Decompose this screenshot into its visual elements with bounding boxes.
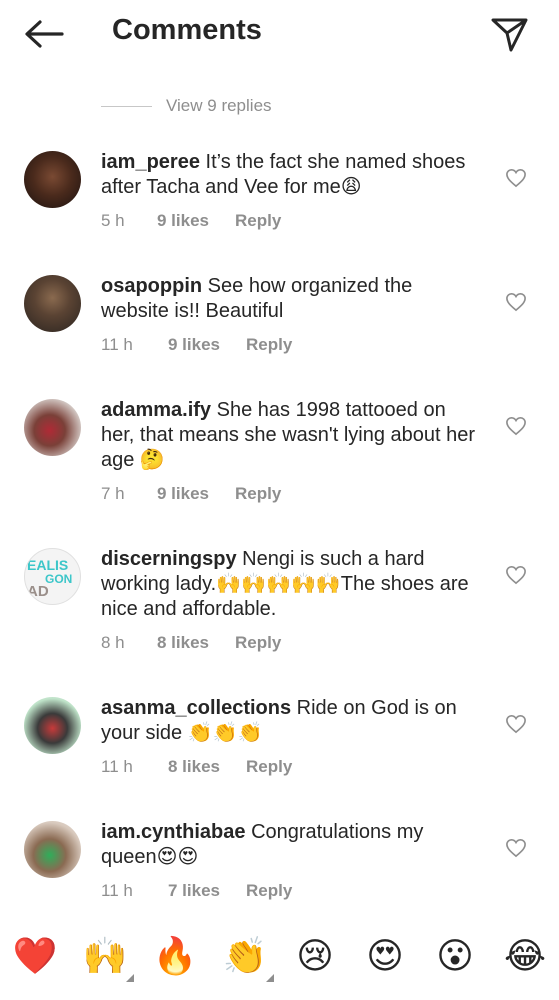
heart-icon[interactable] — [505, 565, 527, 585]
heart-icon[interactable] — [505, 838, 527, 858]
avatar[interactable] — [24, 821, 81, 878]
comment-username[interactable]: adamma.ify — [101, 399, 211, 421]
reply-button[interactable]: Reply — [246, 881, 292, 901]
comment-likes[interactable]: 9 likes — [168, 335, 220, 355]
clapping-hands-emoji-button[interactable]: 👏 — [222, 930, 274, 982]
crying-face-emoji-button[interactable]: 😢 — [292, 930, 338, 982]
variant-indicator-icon — [126, 974, 134, 982]
comment-likes[interactable]: 9 likes — [157, 484, 209, 504]
comment-time: 11 h — [101, 335, 133, 354]
replies-divider — [101, 105, 152, 107]
avatar[interactable] — [24, 697, 81, 754]
comment-text-block: iam.cynthiabae Congratulations my queen😍… — [101, 820, 476, 870]
red-heart-emoji-button[interactable]: ❤️ — [12, 930, 58, 982]
comment-meta: 11 h 9 likes Reply — [101, 335, 292, 355]
reply-button[interactable]: Reply — [235, 633, 281, 653]
comment-likes[interactable]: 8 likes — [168, 757, 220, 777]
reply-button[interactable]: Reply — [235, 484, 281, 504]
comment-text-block: osapoppin See how organized the website … — [101, 274, 476, 324]
comment-username[interactable]: iam.cynthiabae — [101, 821, 246, 843]
comment-username[interactable]: osapoppin — [101, 275, 202, 297]
comment-meta: 7 h 9 likes Reply — [101, 484, 281, 504]
svg-text:EALIS: EALIS — [27, 557, 68, 573]
comment-meta: 5 h 9 likes Reply — [101, 211, 281, 231]
clapping-hands-icon: 👏 — [222, 935, 268, 976]
tears-of-joy-emoji-button[interactable]: 😂 — [502, 930, 548, 982]
comment-username[interactable]: asanma_collections — [101, 697, 291, 719]
comment-time: 11 h — [101, 757, 133, 776]
comment-time: 8 h — [101, 633, 125, 652]
raising-hands-icon: 🙌 — [82, 935, 128, 976]
comment-meta: 11 h 8 likes Reply — [101, 757, 292, 777]
back-button[interactable] — [22, 18, 66, 50]
raising-hands-emoji-button[interactable]: 🙌 — [82, 930, 134, 982]
comment-text-block: asanma_collections Ride on God is on you… — [101, 696, 476, 746]
variant-indicator-icon — [266, 974, 274, 982]
heart-icon[interactable] — [505, 416, 527, 436]
comment-likes[interactable]: 9 likes — [157, 211, 209, 231]
comment-likes[interactable]: 7 likes — [168, 881, 220, 901]
avatar[interactable]: EALIS GON AD — [24, 548, 81, 605]
comment-time: 5 h — [101, 211, 125, 230]
svg-text:GON: GON — [45, 572, 72, 586]
reply-button[interactable]: Reply — [246, 757, 292, 777]
comment-username[interactable]: discerningspy — [101, 548, 237, 570]
comment-username[interactable]: iam_peree — [101, 151, 200, 173]
avatar[interactable] — [24, 151, 81, 208]
reply-button[interactable]: Reply — [246, 335, 292, 355]
comment-meta: 11 h 7 likes Reply — [101, 881, 292, 901]
view-replies-label: View 9 replies — [166, 96, 272, 115]
heart-icon[interactable] — [505, 714, 527, 734]
comment-text-block: adamma.ify She has 1998 tattooed on her,… — [101, 398, 476, 473]
heart-icon[interactable] — [505, 292, 527, 312]
avatar[interactable] — [24, 275, 81, 332]
reply-button[interactable]: Reply — [235, 211, 281, 231]
back-arrow-icon — [25, 20, 64, 48]
avatar-logo: EALIS GON AD — [27, 557, 72, 600]
emoji-reaction-bar: ❤️ 🙌 🔥 👏 😢 😍 😮 😂 — [0, 930, 559, 990]
surprised-face-emoji-button[interactable]: 😮 — [432, 930, 478, 982]
svg-text:AD: AD — [27, 583, 49, 600]
heart-icon[interactable] — [505, 168, 527, 188]
view-replies-link[interactable]: View 9 replies — [101, 95, 272, 117]
page-title: Comments — [112, 14, 262, 46]
comment-text-block: iam_peree It’s the fact she named shoes … — [101, 150, 476, 200]
header-bar: Comments — [0, 0, 559, 68]
share-button[interactable] — [490, 14, 530, 54]
heart-eyes-emoji-button[interactable]: 😍 — [362, 930, 408, 982]
avatar[interactable] — [24, 399, 81, 456]
comment-meta: 8 h 8 likes Reply — [101, 633, 281, 653]
comment-likes[interactable]: 8 likes — [157, 633, 209, 653]
fire-emoji-button[interactable]: 🔥 — [152, 930, 198, 982]
paper-plane-icon — [491, 18, 528, 52]
comment-time: 11 h — [101, 881, 133, 900]
comment-text-block: discerningspy Nengi is such a hard worki… — [101, 547, 476, 622]
comment-time: 7 h — [101, 484, 125, 503]
